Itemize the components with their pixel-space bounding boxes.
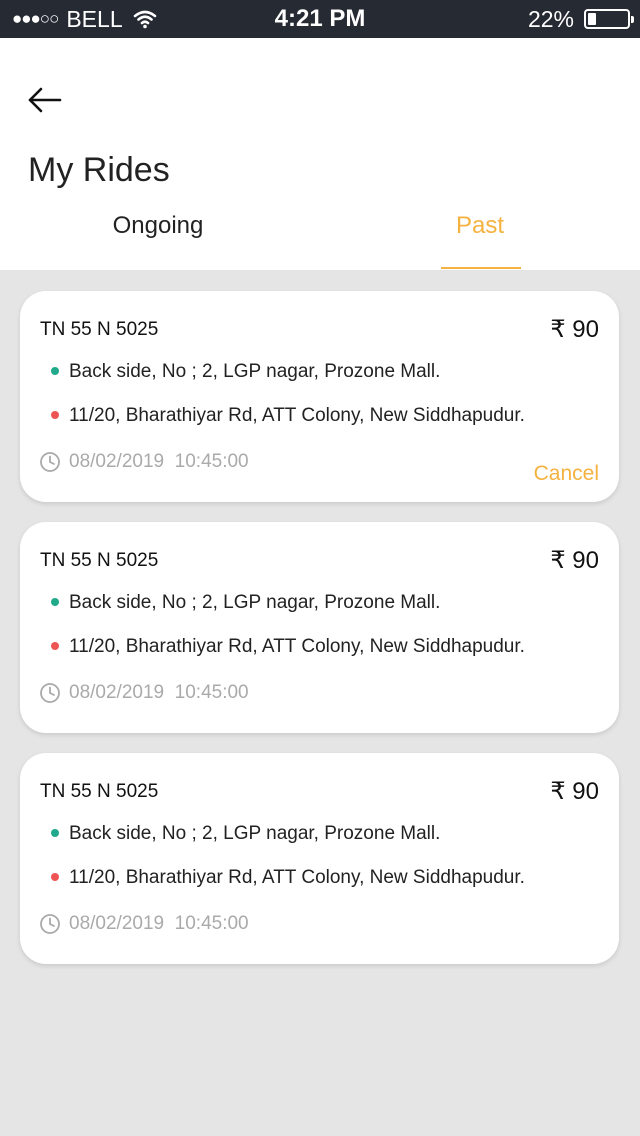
drop-address: 11/20, Bharathiyar Rd, ATT Colony, New S… (69, 867, 525, 888)
ride-datetime: 08/02/2019 10:45:00 (69, 682, 249, 703)
clock-icon (40, 452, 60, 472)
ride-card[interactable]: TN 55 N 5025 ₹ 90 Back side, No ; 2, LGP… (20, 291, 619, 502)
ride-fare: ₹ 90 (550, 547, 599, 574)
pickup-address: Back side, No ; 2, LGP nagar, Prozone Ma… (69, 592, 441, 613)
drop-dot-icon (51, 873, 59, 881)
drop-dot-icon (51, 411, 59, 419)
drop-dot-icon (51, 642, 59, 650)
vehicle-number: TN 55 N 5025 (40, 319, 159, 340)
status-right: 22% (527, 0, 634, 38)
clock-icon (40, 683, 60, 703)
ride-card[interactable]: TN 55 N 5025 ₹ 90 Back side, No ; 2, LGP… (20, 522, 619, 733)
active-tab-indicator (441, 267, 521, 269)
ride-card[interactable]: TN 55 N 5025 ₹ 90 Back side, No ; 2, LGP… (20, 753, 619, 964)
pickup-address: Back side, No ; 2, LGP nagar, Prozone Ma… (69, 361, 441, 382)
ride-fare: ₹ 90 (550, 316, 599, 343)
drop-address: 11/20, Bharathiyar Rd, ATT Colony, New S… (69, 405, 525, 426)
arrow-left-icon (28, 87, 62, 113)
back-button[interactable] (24, 82, 64, 118)
pickup-dot-icon (51, 598, 59, 606)
drop-address: 11/20, Bharathiyar Rd, ATT Colony, New S… (69, 636, 525, 657)
battery-level (588, 13, 597, 25)
tab-past[interactable]: Past (360, 212, 600, 270)
cancel-button[interactable]: Cancel (534, 462, 599, 486)
header: My Rides Ongoing Past (0, 38, 640, 270)
clock-icon (40, 914, 60, 934)
vehicle-number: TN 55 N 5025 (40, 781, 159, 802)
page-title: My Rides (28, 151, 170, 189)
battery-percent: 22% (527, 5, 574, 32)
pickup-dot-icon (51, 829, 59, 837)
pickup-address: Back side, No ; 2, LGP nagar, Prozone Ma… (69, 823, 441, 844)
ride-datetime: 08/02/2019 10:45:00 (69, 913, 249, 934)
battery-icon (584, 9, 634, 29)
tab-ongoing[interactable]: Ongoing (38, 212, 278, 270)
vehicle-number: TN 55 N 5025 (40, 550, 159, 571)
status-bar: ●●●○○ BELL 4:21 PM 22% (0, 0, 640, 38)
ride-fare: ₹ 90 (550, 778, 599, 805)
pickup-dot-icon (51, 367, 59, 375)
ride-datetime: 08/02/2019 10:45:00 (69, 451, 249, 472)
